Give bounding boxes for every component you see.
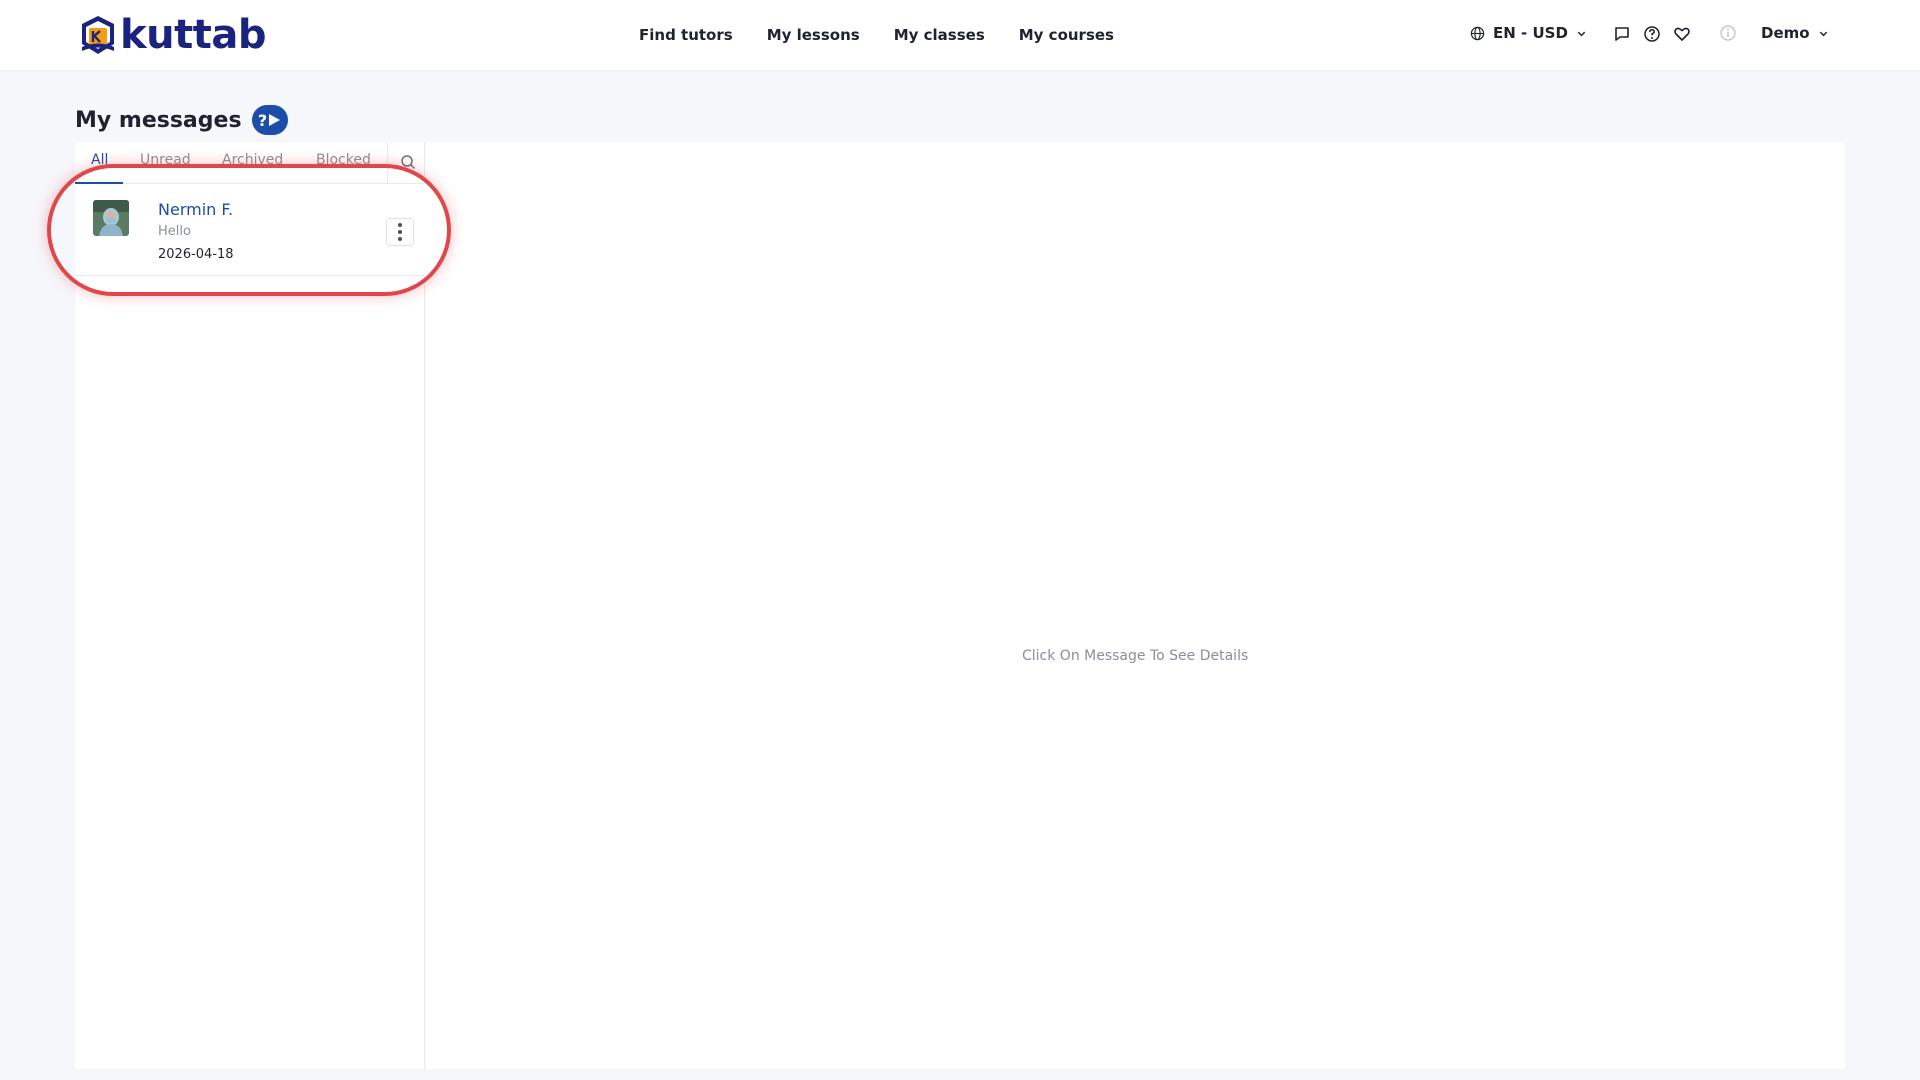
help-video-button[interactable]: ? xyxy=(251,105,288,135)
top-navigation-bar: kuttab Find tutors My lessons My classes… xyxy=(0,0,1920,71)
main-nav: Find tutors My lessons My classes My cou… xyxy=(639,0,1114,70)
chevron-down-icon xyxy=(1577,31,1586,36)
logo-text: kuttab xyxy=(120,12,266,58)
thread-preview-text: Hello xyxy=(158,224,191,239)
thread-options-button[interactable] xyxy=(386,218,414,246)
messages-panel: All Unread Archived Blocked Nermin F. He… xyxy=(75,142,1845,1069)
thread-list-pane: All Unread Archived Blocked Nermin F. He… xyxy=(75,142,425,1069)
page-heading: My messages ? xyxy=(75,105,288,135)
search-button[interactable] xyxy=(397,152,419,174)
chat-icon[interactable] xyxy=(1613,25,1631,43)
page-title: My messages xyxy=(75,107,242,133)
thread-sender-name: Nermin F. xyxy=(158,200,234,219)
help-video-label: ? xyxy=(257,110,268,130)
heart-icon[interactable] xyxy=(1673,25,1691,43)
tab-blocked[interactable]: Blocked xyxy=(316,152,371,168)
nav-my-lessons[interactable]: My lessons xyxy=(767,26,860,44)
play-icon xyxy=(269,114,281,126)
header-actions: EN - USD Demo xyxy=(1380,0,1920,70)
search-icon xyxy=(401,154,416,169)
kebab-menu-icon xyxy=(398,223,402,227)
tab-unread[interactable]: Unread xyxy=(140,152,191,168)
help-icon[interactable] xyxy=(1643,25,1661,43)
message-thread-item[interactable]: Nermin F. Hello 2026-04-18 xyxy=(75,184,425,276)
user-menu[interactable]: Demo xyxy=(1761,24,1829,42)
tab-archived[interactable]: Archived xyxy=(222,152,283,168)
thread-date: 2026-04-18 xyxy=(158,247,234,262)
info-icon[interactable] xyxy=(1719,24,1737,42)
message-filter-tabs: All Unread Archived Blocked xyxy=(75,142,425,184)
user-avatar-image xyxy=(93,200,129,236)
nav-my-classes[interactable]: My classes xyxy=(894,26,985,44)
empty-detail-hint: Click On Message To See Details xyxy=(1022,648,1249,664)
user-name: Demo xyxy=(1761,24,1810,42)
tabs-divider xyxy=(387,142,388,184)
nav-find-tutors[interactable]: Find tutors xyxy=(639,26,733,44)
globe-icon xyxy=(1470,26,1485,40)
kuttab-logo-mark-icon xyxy=(82,16,114,54)
tab-all[interactable]: All xyxy=(91,152,108,168)
chevron-down-icon xyxy=(1819,31,1827,36)
language-currency-selector[interactable]: EN - USD xyxy=(1470,24,1587,42)
nav-my-courses[interactable]: My courses xyxy=(1019,26,1114,44)
language-currency-label: EN - USD xyxy=(1493,24,1568,42)
kuttab-logo[interactable]: kuttab xyxy=(78,14,266,56)
avatar xyxy=(93,200,129,236)
